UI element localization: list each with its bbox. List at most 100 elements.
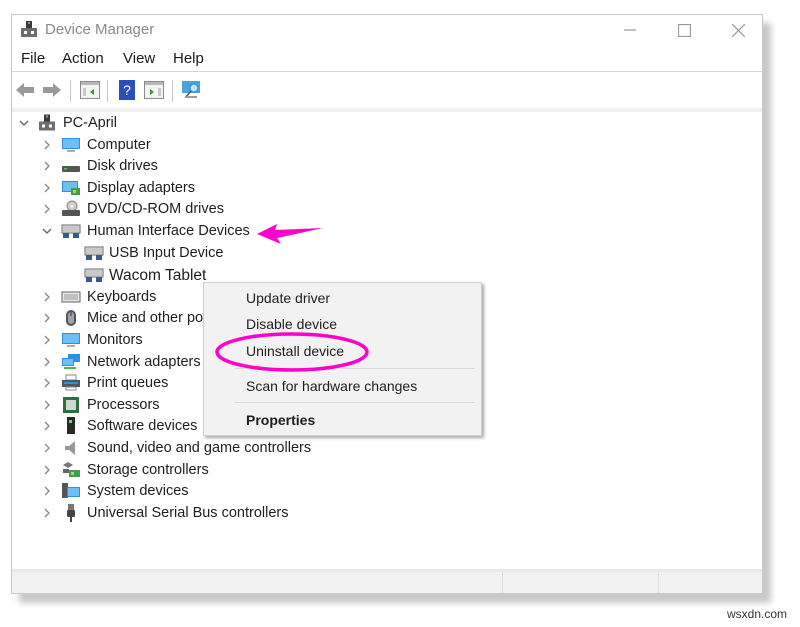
maximize-icon (677, 23, 691, 37)
toolbar-separator (172, 80, 173, 102)
mouse-icon (61, 309, 81, 327)
tree-item-label: System devices (87, 483, 189, 500)
disk-drive-icon (61, 157, 81, 175)
chevron-down-icon[interactable] (18, 117, 30, 129)
forward-icon (43, 83, 61, 97)
toolbar-separator (70, 80, 71, 102)
tree-item-display-adapters[interactable]: Display adapters (12, 178, 332, 199)
computer-root-icon (38, 114, 58, 132)
chevron-right-icon[interactable] (41, 464, 53, 476)
help-icon: ? (119, 80, 135, 100)
display-adapter-icon (61, 179, 81, 197)
chevron-right-icon[interactable] (41, 399, 53, 411)
menu-item-properties[interactable]: Properties (246, 412, 315, 428)
menu-view[interactable]: View (123, 50, 155, 67)
chevron-down-icon[interactable] (41, 225, 53, 237)
help-button[interactable]: ? (116, 79, 138, 101)
tree-item-label: Wacom Tablet (109, 267, 207, 285)
printer-icon (61, 374, 81, 392)
chevron-right-icon[interactable] (41, 182, 53, 194)
window-title: Device Manager (45, 21, 155, 38)
tree-item-label: Mice and other po (87, 310, 204, 327)
tree-item-label: Processors (87, 396, 160, 413)
chevron-right-icon[interactable] (41, 507, 53, 519)
tree-item-label: Display adapters (87, 179, 195, 196)
tree-item-disk-drives[interactable]: Disk drives (12, 156, 332, 177)
menu-file[interactable]: File (21, 50, 45, 67)
tree-item-label: DVD/CD-ROM drives (87, 201, 224, 218)
device-manager-icon (20, 21, 38, 38)
computer-icon (61, 136, 81, 154)
storage-controller-icon (61, 461, 81, 479)
chevron-right-icon[interactable] (41, 160, 53, 172)
speaker-icon (61, 439, 81, 457)
menu-action[interactable]: Action (62, 50, 104, 67)
menu-separator (235, 402, 475, 403)
chevron-right-icon[interactable] (41, 356, 53, 368)
chevron-right-icon[interactable] (41, 442, 53, 454)
chevron-right-icon[interactable] (41, 312, 53, 324)
menu-separator (235, 368, 475, 369)
system-devices-icon (61, 482, 81, 500)
back-button[interactable] (14, 79, 36, 101)
tree-item-computer[interactable]: Computer (12, 135, 332, 156)
hid-icon (84, 244, 104, 262)
forward-button[interactable] (41, 79, 63, 101)
minimize-icon (624, 29, 636, 31)
chevron-right-icon[interactable] (41, 334, 53, 346)
show-hide-action-pane-icon (144, 81, 164, 99)
menu-item-scan-hardware-changes[interactable]: Scan for hardware changes (246, 378, 417, 394)
chevron-right-icon[interactable] (41, 420, 53, 432)
tree-item-label: Disk drives (87, 158, 158, 175)
software-device-icon (61, 417, 81, 435)
tree-item-usb-input-device[interactable]: USB Input Device (12, 243, 332, 264)
scan-hardware-button[interactable] (181, 79, 203, 101)
show-hide-console-tree-icon (80, 81, 100, 99)
menu-item-update-driver[interactable]: Update driver (246, 290, 330, 306)
show-hide-console-tree-button[interactable] (79, 79, 101, 101)
tree-item-sound-video-and-game-controllers[interactable]: Sound, video and game controllers (12, 438, 332, 459)
tree-item-label: Storage controllers (87, 461, 209, 478)
tree-item-human-interface-devices[interactable]: Human Interface Devices (12, 221, 332, 242)
tree-item-dvd-cd-rom-drives[interactable]: DVD/CD-ROM drives (12, 199, 332, 220)
title-bar[interactable]: Device Manager (12, 15, 762, 45)
toolbar: ? (12, 76, 762, 112)
chevron-right-icon[interactable] (41, 139, 53, 151)
tree-item-label: Software devices (87, 418, 198, 435)
show-hide-action-pane-button[interactable] (143, 79, 165, 101)
tree-item-label: Computer (87, 136, 151, 153)
tree-item-label: Network adapters (87, 353, 201, 370)
chevron-right-icon[interactable] (41, 485, 53, 497)
hid-icon (61, 222, 81, 240)
chevron-right-icon[interactable] (41, 203, 53, 215)
monitor-icon (61, 331, 81, 349)
minimize-button[interactable] (608, 17, 652, 43)
menu-item-disable-device[interactable]: Disable device (246, 316, 337, 332)
dvd-drive-icon (61, 200, 81, 218)
menu-item-uninstall-device[interactable]: Uninstall device (246, 343, 344, 359)
close-icon (731, 23, 745, 37)
tree-item-label: Keyboards (87, 288, 157, 305)
toolbar-separator (107, 80, 108, 102)
tree-item-universal-serial-bus-controllers[interactable]: Universal Serial Bus controllers (12, 503, 332, 524)
maximize-button[interactable] (662, 17, 706, 43)
network-adapter-icon (61, 353, 81, 371)
scan-hardware-icon (182, 81, 200, 98)
tree-item-system-devices[interactable]: System devices (12, 481, 332, 502)
status-segment (502, 572, 503, 593)
tree-item-label: Human Interface Devices (87, 223, 250, 239)
chevron-right-icon[interactable] (41, 377, 53, 389)
processor-icon (61, 396, 81, 414)
tree-item-label: Print queues (87, 375, 169, 392)
status-segment (658, 572, 659, 593)
menu-help[interactable]: Help (173, 50, 204, 67)
tree-item-label: Universal Serial Bus controllers (87, 504, 289, 521)
tree-root-label: PC-April (63, 115, 117, 131)
tree-item-storage-controllers[interactable]: Storage controllers (12, 460, 332, 481)
tree-item-label: USB Input Device (109, 244, 224, 261)
watermark: wsxdn.com (727, 607, 788, 621)
close-button[interactable] (716, 17, 760, 43)
tree-root[interactable]: PC-April (12, 113, 312, 134)
chevron-right-icon[interactable] (41, 291, 53, 303)
menu-bar: File Action View Help (12, 50, 762, 72)
